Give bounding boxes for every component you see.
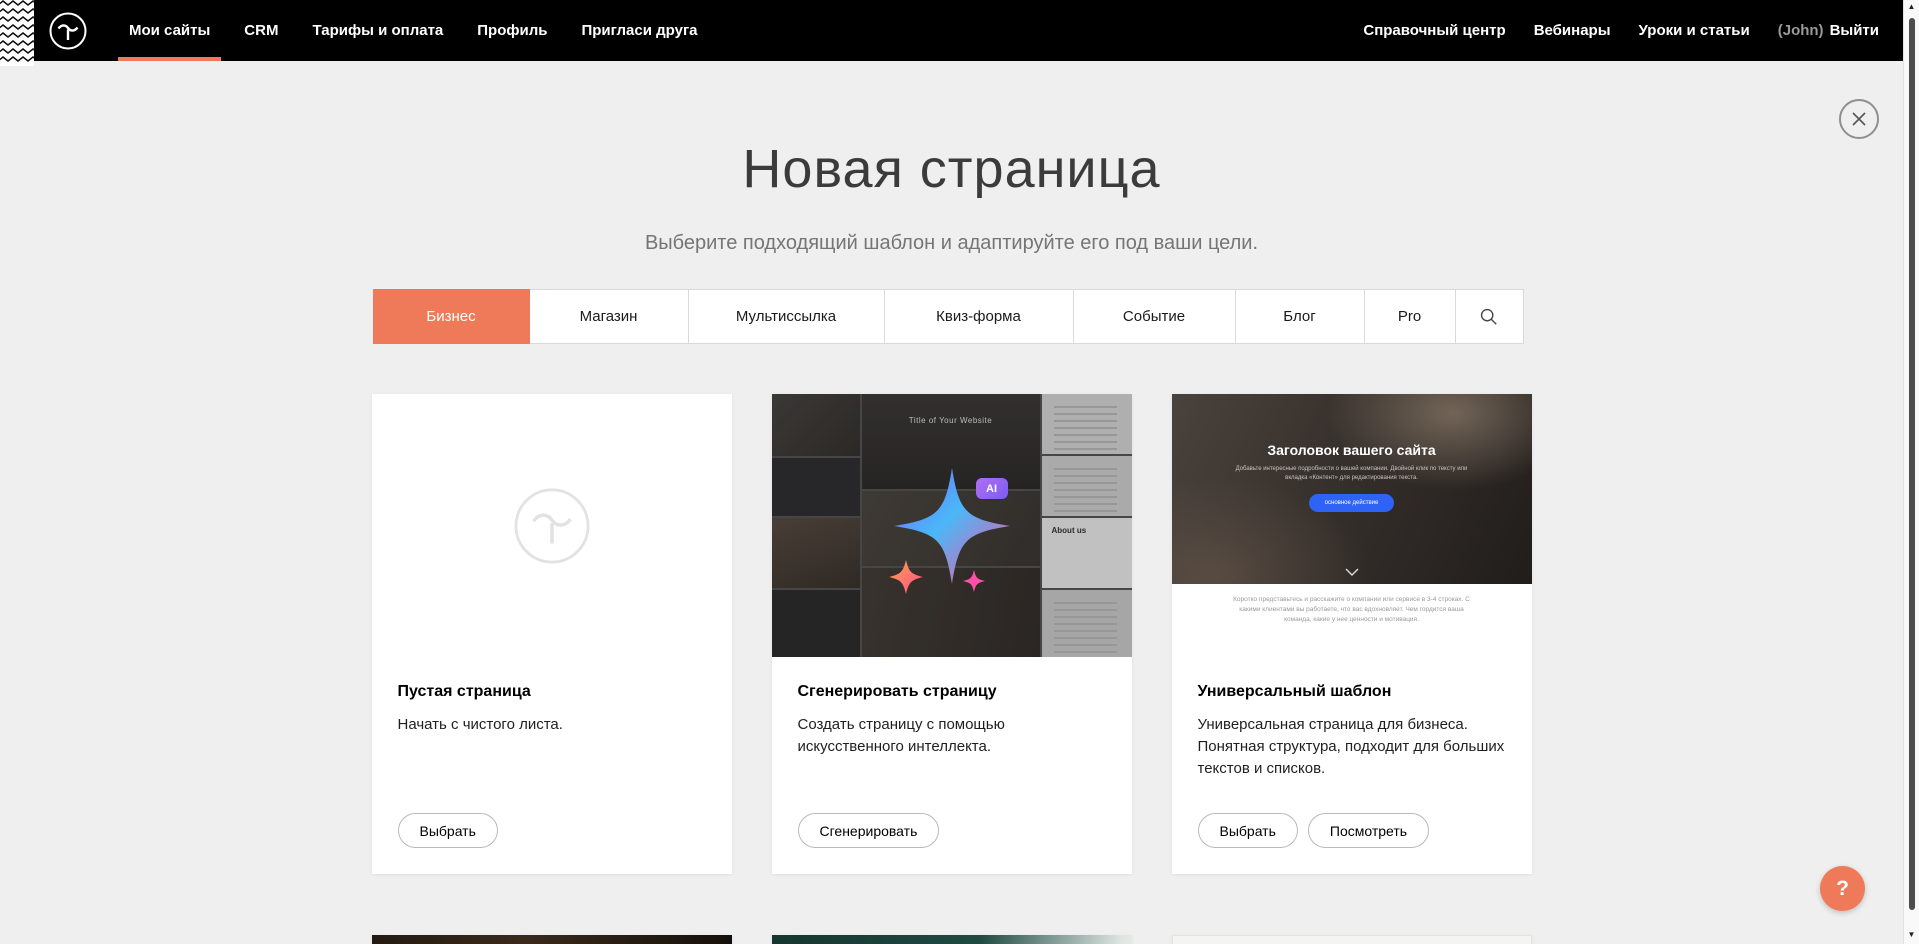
close-button[interactable]: [1839, 99, 1879, 139]
nav-item-my-sites[interactable]: Мои сайты: [112, 0, 227, 61]
template-body-text: Коротко представьтесь и расскажите о ком…: [1226, 595, 1478, 657]
card-body: Пустая страница Начать с чистого листа. …: [372, 657, 732, 874]
navbar-menu: Мои сайты CRM Тарифы и оплата Профиль Пр…: [112, 0, 715, 61]
generate-button[interactable]: Сгенерировать: [798, 813, 940, 848]
top-navbar: Мои сайты CRM Тарифы и оплата Профиль Пр…: [34, 0, 1903, 61]
template-hero-title: Заголовок вашего сайта: [1267, 442, 1435, 458]
search-icon: [1479, 307, 1499, 327]
card-title: Универсальный шаблон: [1198, 683, 1506, 701]
template-body-section: Коротко представьтесь и расскажите о ком…: [1172, 584, 1532, 657]
help-button[interactable]: ?: [1820, 866, 1865, 911]
nav-item-webinars[interactable]: Вебинары: [1520, 22, 1625, 39]
card-title: Сгенерировать страницу: [798, 683, 1106, 701]
card-actions: Выбрать: [398, 813, 706, 848]
template-hero-text: Добавьте интересные подробности о вашей …: [1236, 465, 1468, 483]
tab-blog[interactable]: Блог: [1235, 289, 1365, 344]
card-description: Универсальная страница для бизнеса. Поня…: [1198, 714, 1506, 779]
card-blank-page: Пустая страница Начать с чистого листа. …: [372, 394, 732, 874]
template-thumbnail[interactable]: [1172, 935, 1532, 944]
vertical-scrollbar[interactable]: ▲ ▼: [1903, 0, 1919, 944]
card-universal-template: Заголовок вашего сайта Добавьте интересн…: [1172, 394, 1532, 874]
tab-quiz-form[interactable]: Квиз-форма: [884, 289, 1074, 344]
nav-item-pricing[interactable]: Тарифы и оплата: [295, 0, 460, 61]
nav-item-profile[interactable]: Профиль: [460, 0, 564, 61]
template-thumbnail[interactable]: [772, 935, 1132, 944]
ai-badge: AI: [976, 478, 1008, 499]
page-title: Новая страница: [0, 138, 1903, 200]
tab-multilink[interactable]: Мультиссылка: [688, 289, 885, 344]
template-hero: Заголовок вашего сайта Добавьте интересн…: [1172, 394, 1532, 584]
tab-store[interactable]: Магазин: [529, 289, 689, 344]
zigzag-pattern-strip: [0, 0, 34, 66]
tab-business[interactable]: Бизнес: [373, 289, 530, 344]
tab-pro[interactable]: Pro: [1364, 289, 1456, 344]
tilda-watermark-icon: [513, 487, 591, 565]
close-icon: [1851, 111, 1867, 127]
template-category-tabs: Бизнес Магазин Мультиссылка Квиз-форма С…: [373, 289, 1531, 344]
user-name: (John): [1778, 22, 1824, 39]
page-subtitle: Выберите подходящий шаблон и адаптируйте…: [0, 232, 1903, 255]
template-cards-row: Пустая страница Начать с чистого листа. …: [372, 394, 1532, 874]
zigzag-pattern-icon: [0, 0, 34, 66]
template-thumbnail[interactable]: [372, 935, 732, 944]
tilda-logo[interactable]: [34, 0, 112, 61]
card-ai-generate: Title of Your Website About us: [772, 394, 1132, 874]
blank-page-preview: [372, 394, 732, 657]
card-description: Создать страницу с помощью искусственног…: [798, 714, 1048, 758]
card-body: Сгенерировать страницу Создать страницу …: [772, 657, 1132, 874]
scroll-down-icon[interactable]: ▼: [1908, 928, 1916, 942]
choose-button[interactable]: Выбрать: [1198, 813, 1298, 848]
logout-label: Выйти: [1830, 22, 1879, 39]
chevron-down-icon: [1345, 568, 1359, 576]
card-actions: Выбрать Посмотреть: [1198, 813, 1506, 848]
choose-button[interactable]: Выбрать: [398, 813, 498, 848]
tilda-logo-icon: [48, 11, 88, 51]
nav-item-logout[interactable]: (John) Выйти: [1764, 22, 1893, 39]
scrollbar-thumb[interactable]: [1909, 18, 1915, 910]
tab-search[interactable]: [1455, 289, 1524, 344]
tab-event[interactable]: Событие: [1073, 289, 1236, 344]
template-preview[interactable]: Заголовок вашего сайта Добавьте интересн…: [1172, 394, 1532, 657]
nav-item-help-center[interactable]: Справочный центр: [1349, 22, 1519, 39]
scroll-up-icon[interactable]: ▲: [1908, 0, 1916, 14]
card-body: Универсальный шаблон Универсальная стран…: [1172, 657, 1532, 874]
ai-generate-preview[interactable]: Title of Your Website About us: [772, 394, 1132, 657]
card-actions: Сгенерировать: [798, 813, 1106, 848]
nav-item-invite-friend[interactable]: Пригласи друга: [564, 0, 714, 61]
nav-item-lessons[interactable]: Уроки и статьи: [1625, 22, 1764, 39]
template-hero-button: основное действие: [1309, 494, 1395, 512]
preview-button[interactable]: Посмотреть: [1308, 813, 1429, 848]
new-page-modal: Новая страница Выберите подходящий шабло…: [0, 61, 1903, 944]
template-cards-row-2: [372, 935, 1532, 944]
ai-sparkle-icon: [867, 446, 1037, 606]
card-description: Начать с чистого листа.: [398, 714, 706, 736]
nav-item-crm[interactable]: CRM: [227, 0, 295, 61]
card-title: Пустая страница: [398, 683, 706, 701]
navbar-secondary-menu: Справочный центр Вебинары Уроки и статьи…: [1349, 0, 1903, 61]
